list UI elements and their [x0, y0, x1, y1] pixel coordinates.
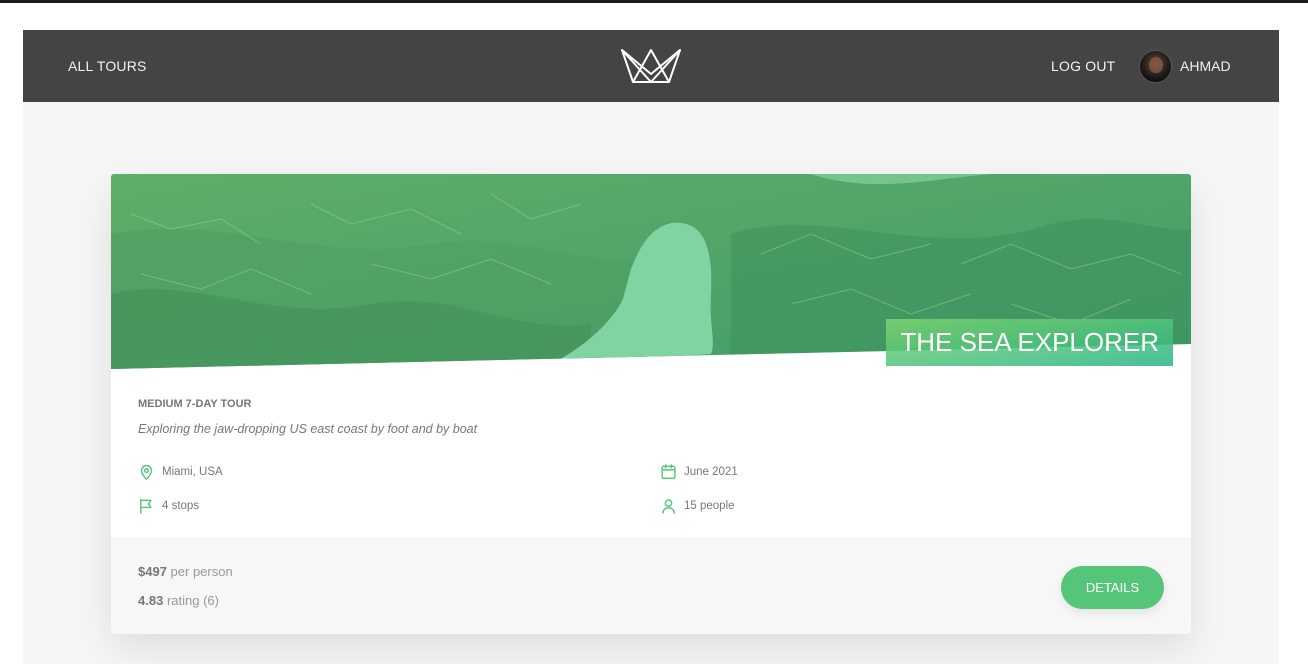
- tour-difficulty-duration: medium 7-day tour: [138, 398, 252, 410]
- avatar[interactable]: [1139, 49, 1172, 83]
- tour-participants-text: 15 people: [684, 500, 735, 512]
- map-pin-icon: [140, 464, 153, 480]
- tour-price: $497 per person: [138, 564, 233, 579]
- top-border: [0, 0, 1308, 3]
- user-menu[interactable]: Ahmad: [1139, 30, 1231, 102]
- tour-stops: 4 stops: [138, 497, 199, 515]
- tour-participants: 15 people: [660, 497, 735, 515]
- flag-icon: [140, 498, 152, 514]
- tour-date: June 2021: [660, 463, 738, 481]
- user-name[interactable]: Ahmad: [1180, 58, 1231, 74]
- tour-card: The Sea Explorer medium 7-day tour Explo…: [111, 174, 1191, 634]
- tour-rating-value: 4.83: [138, 593, 164, 608]
- tour-stops-text: 4 stops: [162, 500, 200, 512]
- tour-location-text: Miami, USA: [162, 466, 223, 478]
- tour-location: Miami, USA: [138, 463, 223, 481]
- logout-link[interactable]: Log out: [1051, 30, 1115, 102]
- tour-price-value: $497: [138, 564, 167, 579]
- details-button[interactable]: Details: [1061, 566, 1164, 609]
- tour-rating: 4.83 rating (6): [138, 593, 219, 608]
- tour-card-footer: $497 per person 4.83 rating (6) Details: [111, 538, 1191, 634]
- all-tours-link[interactable]: All tours: [68, 30, 147, 102]
- user-icon: [662, 499, 675, 514]
- tour-rating-suffix: rating (6): [166, 593, 219, 608]
- tour-name: The Sea Explorer: [886, 319, 1173, 366]
- calendar-icon: [661, 464, 676, 480]
- site-header: All tours Log out Ahmad: [23, 30, 1279, 102]
- tour-summary: Exploring the jaw-dropping US east coast…: [138, 422, 478, 436]
- tour-price-suffix: per person: [170, 564, 233, 579]
- tour-date-text: June 2021: [684, 466, 738, 478]
- app-frame: All tours Log out Ahmad: [23, 30, 1279, 664]
- crown-logo-icon[interactable]: [619, 46, 683, 86]
- tour-card-header: The Sea Explorer: [111, 174, 1191, 374]
